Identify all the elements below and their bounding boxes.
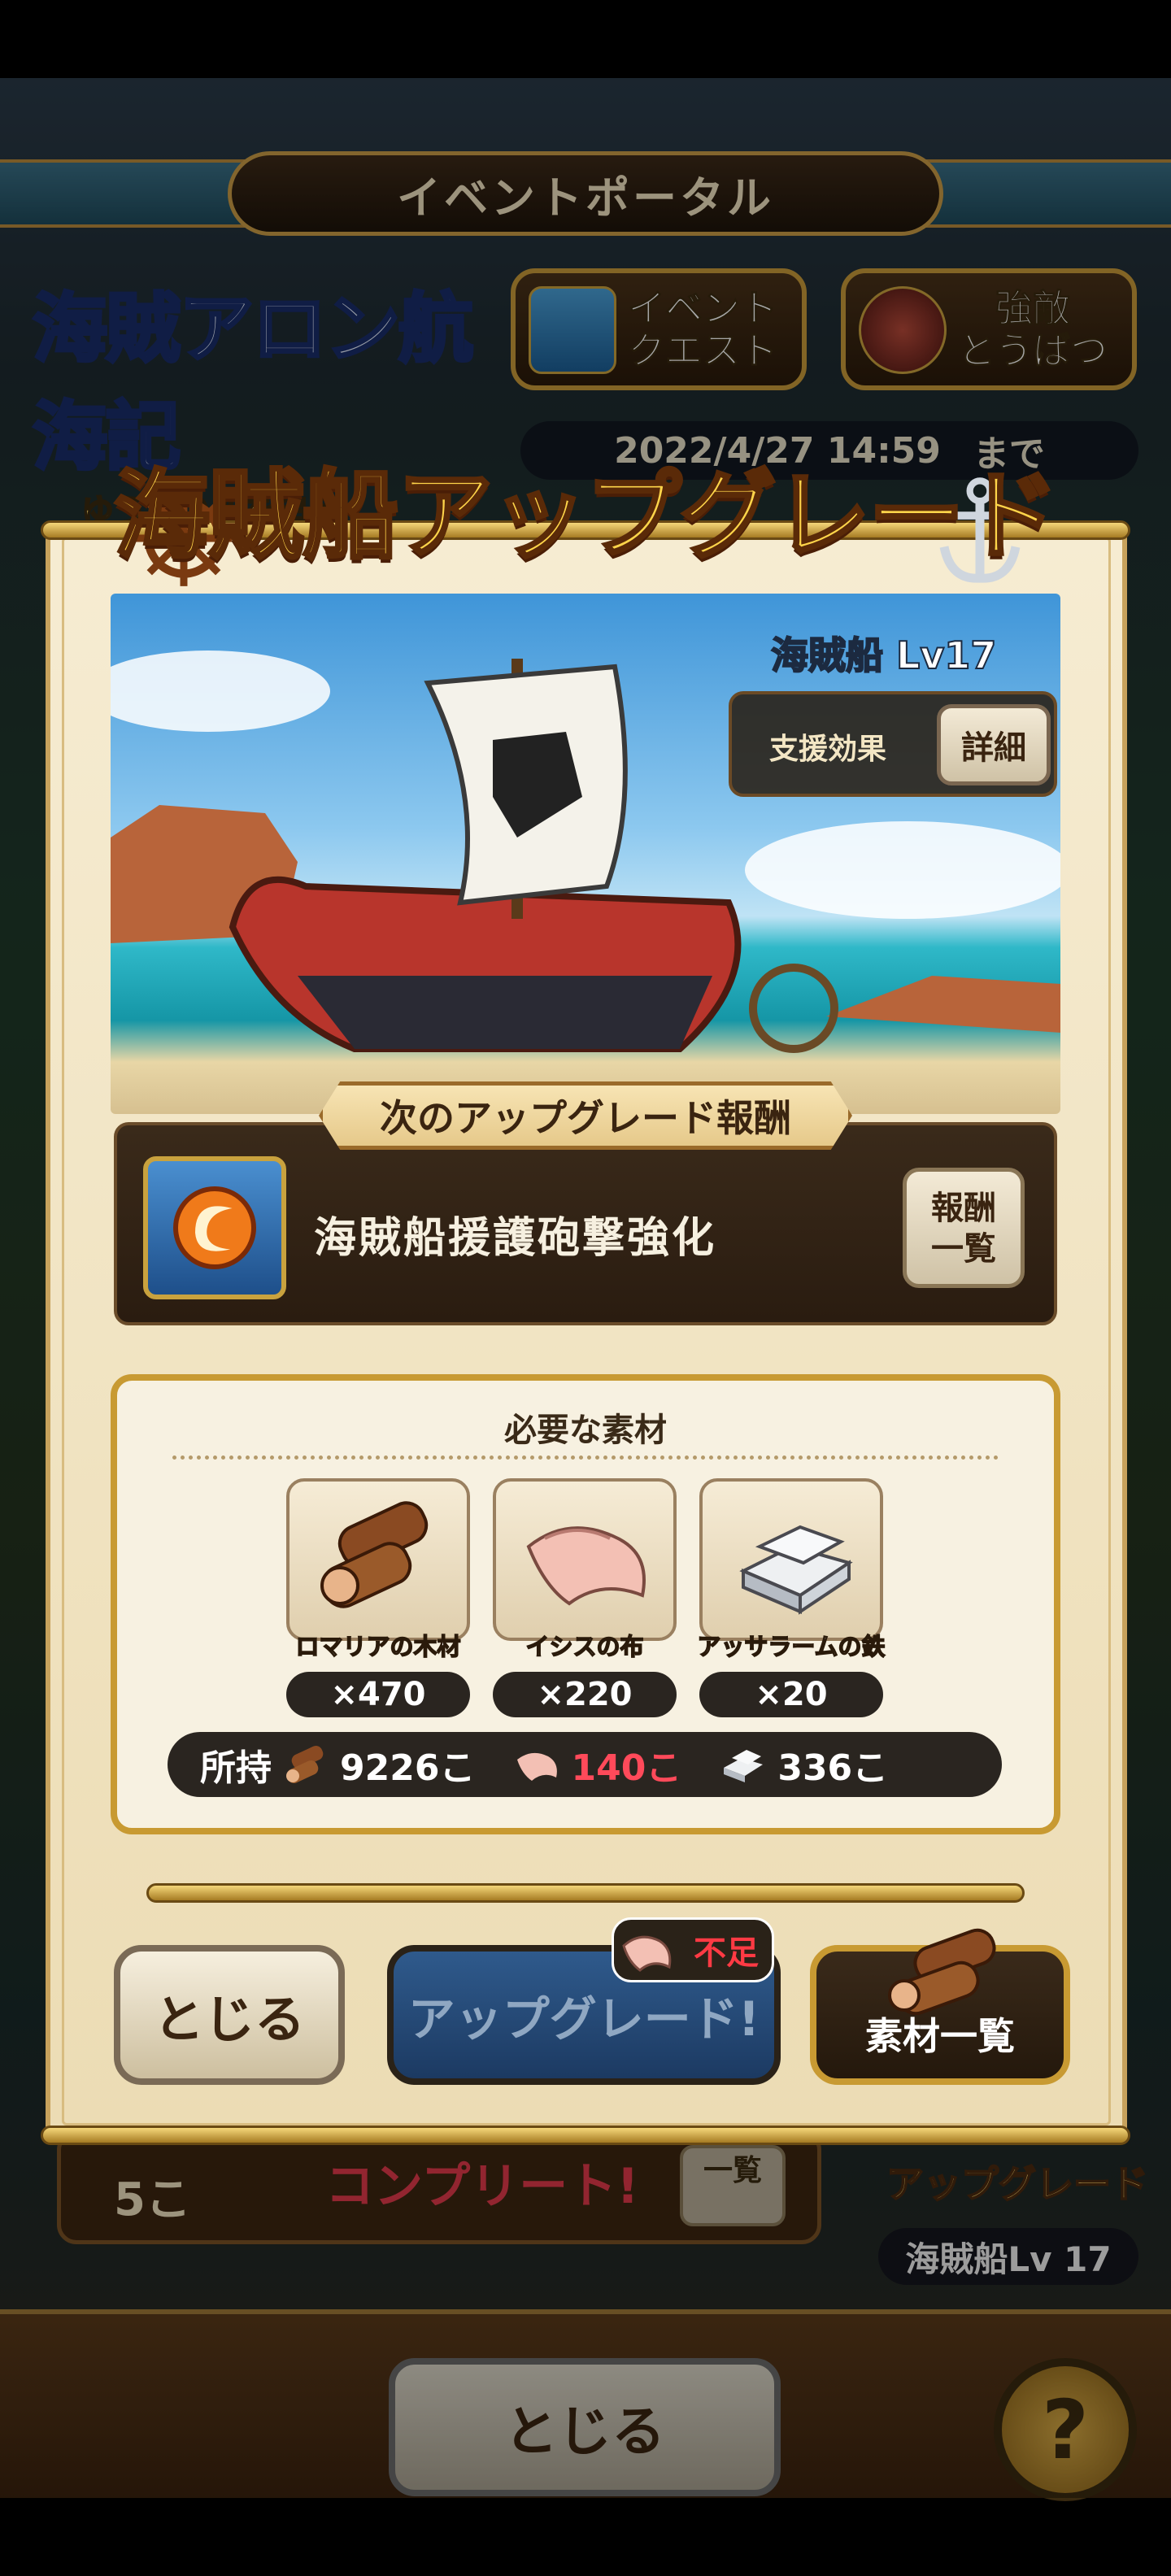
owned-wood-count: 9226こ: [340, 1747, 476, 1789]
shortage-label: 不足: [694, 1934, 759, 1972]
action-divider-rail: [146, 1883, 1025, 1903]
material-card-iron[interactable]: [699, 1478, 883, 1641]
material-card-wood[interactable]: [286, 1478, 470, 1641]
material-list-button[interactable]: 素材一覧: [810, 1928, 1070, 2085]
material-name-wood: ロマリアの木材: [295, 1632, 462, 1661]
material-qty-wood: ×470: [286, 1672, 470, 1717]
close-button[interactable]: とじる: [114, 1945, 345, 2085]
cloth-icon: [517, 1752, 558, 1781]
required-materials-title: 必要な素材: [504, 1412, 667, 1449]
shortage-badge: 不足: [612, 1917, 774, 1982]
material-qty-iron: ×20: [699, 1672, 883, 1717]
reward-skill-icon: [143, 1156, 286, 1299]
material-qty-cloth: ×220: [493, 1672, 677, 1717]
modal-bottom-rail: [41, 2126, 1130, 2145]
ship-level: 海賊船 Lv17: [770, 633, 997, 678]
iron-ingot-icon: [724, 1750, 764, 1782]
wood-logs-icon: [286, 1746, 324, 1783]
owned-materials-bar: 所持 9226こ 140こ 336こ: [168, 1732, 1002, 1797]
next-reward-banner: 次のアップグレード報酬: [319, 1081, 852, 1150]
materials-divider: [172, 1456, 999, 1460]
owned-cloth-count: 140こ: [571, 1747, 682, 1789]
material-list-label: 素材一覧: [865, 2014, 1015, 2058]
cloth-icon: [526, 1526, 646, 1606]
support-effect-label: 支援効果: [769, 733, 887, 766]
wood-logs-icon: [888, 1928, 996, 2016]
owned-iron-count: 336こ: [777, 1747, 889, 1789]
material-card-cloth[interactable]: [493, 1478, 677, 1641]
wood-logs-icon: [320, 1501, 429, 1608]
material-name-cloth: イシスの布: [525, 1632, 645, 1661]
material-name-iron: アッサラームの鉄: [697, 1632, 886, 1661]
modal-title: 海賊船アップグレード: [112, 457, 1060, 573]
detail-button[interactable]: 詳細: [937, 704, 1051, 785]
reward-name: 海賊船援護砲撃強化: [314, 1214, 717, 1263]
reward-list-button[interactable]: 報酬 一覧: [903, 1168, 1025, 1288]
cloth-icon: [622, 1935, 672, 1972]
owned-label: 所持: [200, 1747, 272, 1789]
iron-ingot-icon: [739, 1525, 853, 1615]
